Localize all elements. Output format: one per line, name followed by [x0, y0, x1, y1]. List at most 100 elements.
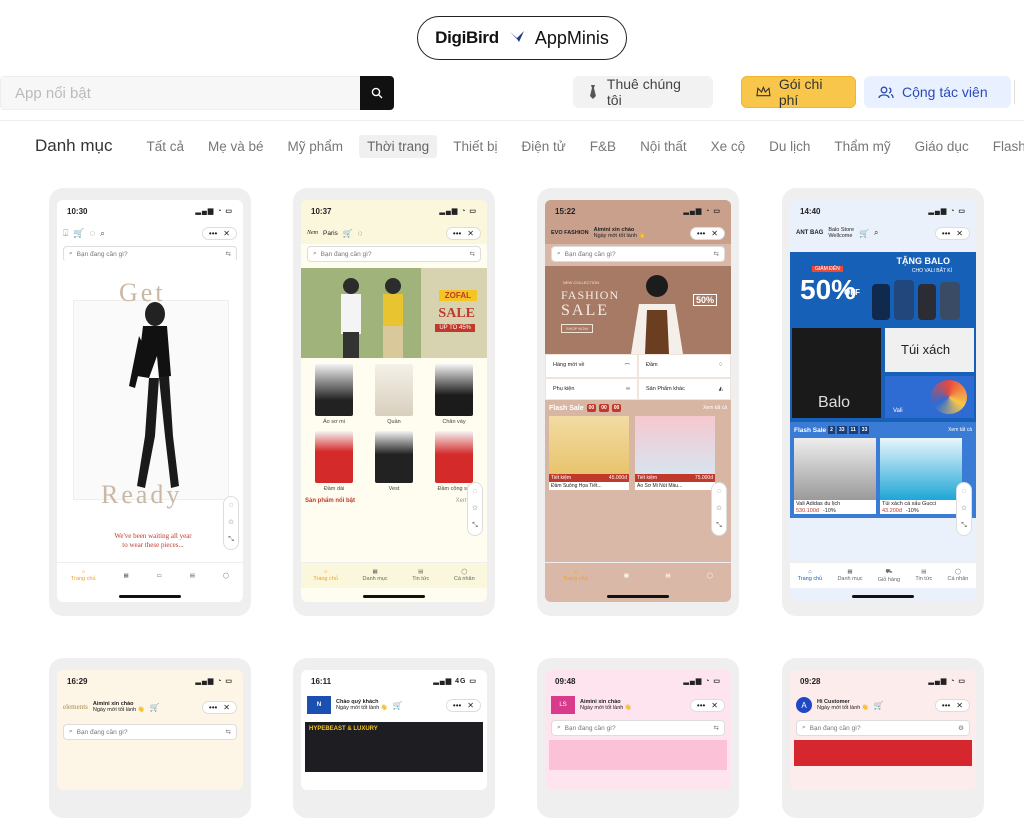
chat-icon[interactable]: ◌ [962, 488, 966, 495]
search-icon [371, 87, 383, 99]
chat-icon[interactable]: ◌ [229, 502, 233, 509]
miniapp-menu-pill[interactable]: ••• ✕ [201, 226, 237, 240]
app-card[interactable]: 15:22 ▂▄▆ ◔ ▭ EVO FASHION Aimini xin chà… [537, 188, 739, 616]
app-search: ⌕ Bạn đang cần gì? ⇆ [551, 246, 725, 262]
tab-categories[interactable]: ▦ Danh mục [363, 569, 388, 582]
category-travel[interactable]: Du lịch [761, 135, 818, 158]
category-tile[interactable]: Đầm ♢ [638, 354, 731, 378]
app-card[interactable]: 10:30 ▂▄▆ ◔ ▭ ⍗ 🛒 ◌ ⌕ ••• ✕ ⌕ Bạn đang cầ… [49, 188, 251, 616]
collapse-icon[interactable]: ⤡ [472, 522, 478, 530]
category-devices[interactable]: Thiết bị [445, 135, 505, 158]
tab-news[interactable]: ▤ Tin tức [915, 569, 932, 582]
category-all[interactable]: Tất cả [138, 135, 192, 158]
category-beauty[interactable]: Thẩm mỹ [826, 135, 898, 158]
deal-card[interactable]: Túi xách cá xấu Gucci 43.200đ -10% [880, 438, 962, 514]
collapse-icon[interactable]: ⤡ [228, 536, 234, 544]
star-icon[interactable]: ☆ [716, 504, 722, 512]
star-icon[interactable]: ☆ [228, 518, 234, 526]
miniapp-menu-pill[interactable]: ••• ✕ [689, 226, 725, 240]
promo-banner[interactable]: ZOFAL SALE UP TO 45% [301, 268, 487, 358]
tab-news[interactable]: ▤ Tin tức [412, 569, 429, 582]
promo-banner[interactable]: NEW COLLECTION FASHION SALE SHOP NOW 50% [545, 266, 731, 354]
category-cosmetics[interactable]: Mỹ phẩm [280, 135, 352, 158]
tab-news[interactable]: ▤ [190, 573, 195, 579]
home-icon: ⌂ [81, 569, 85, 575]
category-tile[interactable]: Phụ kiện ∞ [545, 378, 638, 400]
miniapp-menu-pill[interactable]: ••• ✕ [934, 698, 970, 712]
miniapp-menu-pill[interactable]: ••• ✕ [689, 698, 725, 712]
search-button[interactable] [360, 76, 394, 110]
pricing-button[interactable]: Gói chi phí [741, 76, 856, 108]
tab-ticket[interactable]: ▭ [157, 573, 162, 579]
tile-balo[interactable]: Balo [792, 328, 881, 418]
tab-profile[interactable]: ◯ Cá nhân [948, 569, 969, 582]
product-tile[interactable]: Vest [367, 431, 421, 492]
tab-grid[interactable]: ▦ [123, 573, 128, 579]
miniapp-menu-pill[interactable]: ••• ✕ [445, 698, 481, 712]
promo-banner[interactable]: GIẢM ĐẾN 50% OFF TẶNG BALO CHO VALI BẤT … [790, 252, 976, 324]
promo-banner[interactable] [794, 740, 972, 766]
filter-icon: ⇆ [713, 725, 719, 732]
category-fashion[interactable]: Thời trang [359, 134, 438, 158]
star-icon[interactable]: ☆ [961, 504, 967, 512]
category-electronics[interactable]: Điện tử [513, 135, 573, 158]
tile-handbag[interactable]: Túi xách [885, 328, 974, 372]
app-card[interactable]: 09:28 ▂▄▆ ◔ ▭ A Hi Customer Ngày mới tốt l… [782, 658, 984, 818]
collaborator-button[interactable]: Cộng tác viên [864, 76, 1011, 108]
product-tile[interactable]: Áo sơ mi [307, 364, 361, 425]
app-card[interactable]: 16:11 ▂▄▆ 4G ▭ N Chào quý khách Ngày mới t… [293, 658, 495, 818]
hire-us-label: Thuê chúng tôi [606, 76, 681, 108]
document-icon: ▤ [189, 572, 195, 579]
category-mom-baby[interactable]: Mẹ và bé [200, 135, 272, 158]
app-card[interactable]: 14:40 ▂▄▆ ◔ ▭ ANT BAG Balo Store Wellcom… [782, 188, 984, 616]
tab-news[interactable]: ▤ [665, 573, 670, 579]
brand-logo[interactable]: DigiBird AppMinis [417, 16, 627, 60]
category-education[interactable]: Giáo dục [907, 135, 977, 158]
user-icon: ◯ [461, 569, 468, 575]
chat-icon[interactable]: ◌ [473, 488, 477, 495]
star-icon[interactable]: ☆ [472, 504, 478, 512]
see-all-link[interactable]: Xem tất cả [948, 427, 972, 433]
product-tile[interactable]: Đầm dài [307, 431, 361, 492]
category-tile[interactable]: Sản Phẩm khác ◭ [638, 378, 731, 400]
tab-home[interactable]: ⌂ Trang chủ [313, 569, 338, 582]
promo-banner[interactable] [549, 740, 727, 770]
tab-cart[interactable]: ⛟ Giỏ hàng [878, 569, 900, 583]
ticket-icon: ▭ [156, 572, 162, 579]
hire-us-button[interactable]: Thuê chúng tôi [573, 76, 713, 108]
product-label: Đầm công sở [437, 486, 471, 492]
tab-home[interactable]: ⌂ Trang chủ [563, 569, 588, 582]
gear-icon[interactable]: ⚙ [958, 724, 964, 732]
deal-card[interactable]: Vali Adidas du lịch 530.100đ -10% [794, 438, 876, 514]
collapse-icon[interactable]: ⤡ [716, 522, 722, 530]
search-input[interactable] [0, 76, 360, 110]
app-card[interactable]: 10:37 ▂▄▆ ◔ ▭ Nem Paris 🛒 ◌ ••• ✕ ⌕ Bạn đ… [293, 188, 495, 616]
promo-banner[interactable]: HYPEBEAST & LUXURY [305, 722, 483, 772]
see-all-link[interactable]: Xem tất cả [703, 405, 727, 411]
tab-home[interactable]: ⌂ Trang chủ [798, 569, 823, 582]
tab-categories[interactable]: ▦ Danh mục [837, 569, 862, 582]
deal-card[interactable]: Tiết kiệm 45.000đ Đầm Suông Họa Tiết... [549, 416, 629, 490]
tab-grid[interactable]: ▦ [624, 573, 629, 579]
miniapp-menu-pill[interactable]: ••• ✕ [445, 226, 481, 240]
deal-card[interactable]: Tiết kiệm 75.000đ Áo Sơ Mi Nút Màu... [635, 416, 715, 490]
category-furniture[interactable]: Nội thất [632, 135, 695, 158]
app-card[interactable]: 16:29 ▂▄▆ ◔ ▭ elements Aimini xin chào Ngà… [49, 658, 251, 818]
category-vehicles[interactable]: Xe cộ [703, 135, 754, 158]
tile-luggage[interactable]: Vali [885, 376, 974, 418]
tab-profile[interactable]: ◯ [223, 573, 229, 579]
product-tile[interactable]: Chân váy [427, 364, 481, 425]
tab-profile[interactable]: ◯ Cá nhân [454, 569, 475, 582]
collapse-icon[interactable]: ⤡ [961, 522, 967, 530]
miniapp-menu-pill[interactable]: ••• ✕ [934, 226, 970, 240]
category-fnb[interactable]: F&B [582, 135, 624, 158]
chat-icon[interactable]: ◌ [717, 488, 721, 495]
miniapp-menu-pill[interactable]: ••• ✕ [201, 700, 237, 714]
tab-profile[interactable]: ◯ [707, 573, 713, 579]
category-flash-sale[interactable]: Flash s [985, 135, 1024, 158]
app-card[interactable]: 09:48 ▂▄▆ ◔ ▭ LS Aimini xin chào Ngày mới … [537, 658, 739, 818]
signal-wifi-battery-icon: ▂▄▆ ◔ ▭ [195, 208, 233, 215]
category-tile[interactable]: Hàng mới về ⌒ [545, 354, 638, 378]
tab-home[interactable]: ⌂ Trang chủ [71, 569, 96, 582]
product-tile[interactable]: Quần [367, 364, 421, 425]
